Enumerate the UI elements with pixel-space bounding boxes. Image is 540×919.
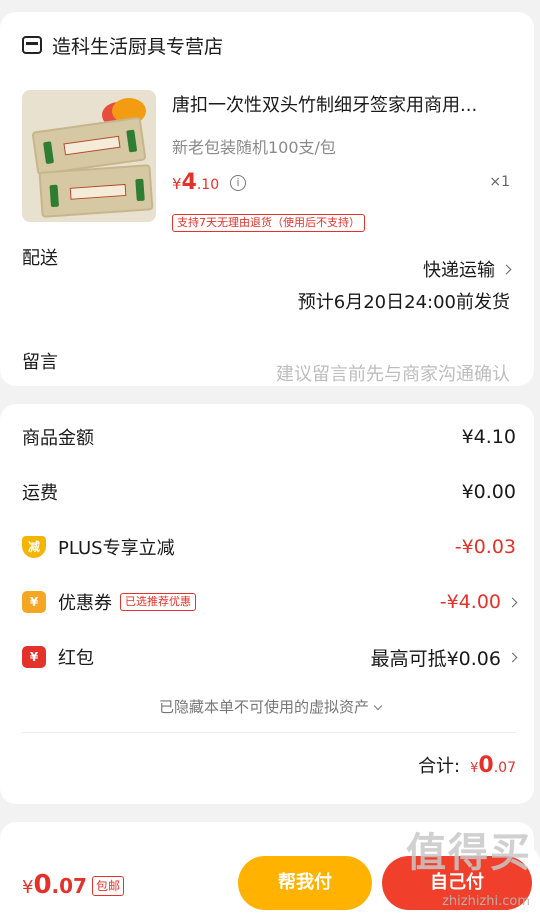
price-integer: 4 [181, 170, 197, 195]
product-spec[interactable]: 新老包装随机100支/包 [172, 134, 336, 158]
product-quantity: ×1 [489, 174, 510, 190]
order-item-card: 造科生活厨具专营店 唐扣一次性双头竹制细牙签家用商用... 新老包装随机100支… [0, 12, 534, 386]
checkout-integer: 0 [33, 870, 52, 900]
coupon-selected-badge: 已选推荐优惠 [120, 593, 196, 611]
chevron-right-icon [507, 597, 518, 607]
message-input[interactable]: 建议留言前先与商家沟通确认 [276, 360, 510, 386]
free-shipping-badge: 包邮 [92, 876, 125, 896]
checkout-decimal: .07 [51, 874, 87, 898]
product-title[interactable]: 唐扣一次性双头竹制细牙签家用商用... [172, 92, 518, 120]
checkout-currency: ¥ [22, 877, 34, 898]
coupon-icon: ¥ [22, 591, 46, 613]
watermark-logo: 值得买 [406, 830, 532, 876]
store-icon [22, 36, 42, 54]
watermark-url: zhizhizhi.com [442, 894, 530, 909]
red-packet-icon: ¥ [22, 646, 46, 668]
price-currency: ¥ [172, 175, 182, 193]
product-thumbnail[interactable] [22, 90, 156, 222]
coupon-value: -¥4.00 [439, 591, 501, 613]
chevron-right-icon [501, 264, 512, 274]
redpacket-value: 最高可抵¥0.06 [370, 647, 501, 670]
order-total: 合计: ¥ 0 .07 [418, 752, 516, 778]
toothpick-pack [38, 164, 154, 218]
product-price: ¥ 4 .10 [172, 170, 219, 195]
total-integer: 0 [478, 753, 494, 778]
info-icon[interactable]: i [230, 175, 246, 191]
total-decimal: .07 [493, 760, 516, 776]
delivery-label: 配送 [22, 248, 58, 269]
delivery-method-text: 快递运输 [423, 260, 495, 281]
shop-name[interactable]: 造科生活厨具专营店 [52, 32, 223, 59]
shipping-fee-row: 运费 ¥0.00 [22, 477, 516, 507]
chevron-right-icon [507, 652, 518, 662]
shipping-fee-label: 运费 [22, 483, 58, 504]
delivery-eta: 预计6月20日24:00前发货 [297, 292, 510, 313]
goods-amount-value: ¥4.10 [461, 426, 516, 448]
goods-amount-label: 商品金额 [22, 428, 94, 449]
shop-header[interactable]: 造科生活厨具专营店 [22, 30, 223, 60]
plus-discount-label: PLUS专享立减 [58, 538, 175, 559]
delivery-method[interactable]: 快递运输 [423, 256, 512, 282]
total-currency: ¥ [470, 761, 479, 776]
hidden-assets-text: 已隐藏本单不可使用的虚拟资产 [158, 698, 369, 716]
coupon-label: 优惠券 [58, 593, 112, 614]
hidden-assets-toggle[interactable]: 已隐藏本单不可使用的虚拟资产 [0, 696, 540, 717]
redpacket-row[interactable]: ¥ 红包 最高可抵¥0.06 [22, 642, 518, 672]
checkout-price: ¥ 0 .07 [22, 870, 87, 900]
shipping-fee-value: ¥0.00 [461, 481, 516, 503]
goods-amount-row: 商品金额 ¥4.10 [22, 422, 516, 452]
redpacket-label: 红包 [58, 648, 94, 669]
return-policy-badge: 支持7天无理由退货（使用后不支持） [172, 214, 365, 232]
chevron-down-icon [373, 701, 383, 711]
divider [22, 732, 516, 733]
plus-discount-row: 减 PLUS专享立减 -¥0.03 [22, 532, 516, 562]
plus-discount-value: -¥0.03 [454, 536, 516, 558]
message-label: 留言 [22, 352, 58, 373]
coupon-row[interactable]: ¥ 优惠券 已选推荐优惠 -¥4.00 [22, 587, 518, 617]
price-decimal: .10 [196, 177, 220, 193]
ask-friend-pay-button[interactable]: 帮我付 [238, 856, 372, 910]
plus-discount-icon: 减 [22, 536, 46, 558]
total-label: 合计: [418, 756, 461, 777]
